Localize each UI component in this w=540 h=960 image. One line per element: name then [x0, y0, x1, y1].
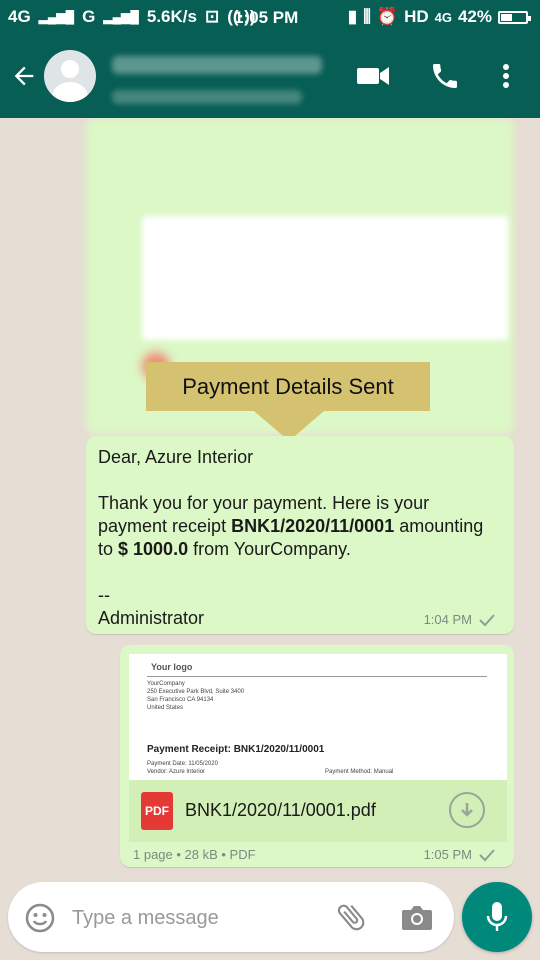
phone-call-icon[interactable] [428, 60, 462, 92]
battery-saver-icon: ▮ [347, 7, 358, 26]
battery-percent: 42% [457, 7, 492, 26]
receipt-reference: BNK1/2020/11/0001 [231, 516, 395, 536]
contact-name[interactable] [112, 56, 322, 74]
payment-amount: $ 1000.0 [118, 539, 189, 559]
pdf-file-icon: PDF [141, 792, 173, 830]
screenshot-icon: ⊡ [204, 7, 220, 26]
doc-details: Payment Date: 11/05/2020 Vendor: Azure I… [147, 761, 218, 775]
signal-icon-2: ▂▄▆█ [103, 10, 139, 24]
sent-check-icon [479, 613, 495, 626]
file-info: 1 page • 28 kB • PDF [133, 847, 256, 862]
back-arrow-icon[interactable] [10, 62, 38, 90]
lte-label: 4G [434, 9, 452, 25]
message-meta: 1:04 PM [424, 612, 496, 627]
alarm-icon: ⏰ [376, 7, 399, 26]
chat-area[interactable]: Payment Details Sent Dear, Azure Interio… [0, 118, 540, 960]
document-preview[interactable]: Your logo YourCompany 250 Executive Park… [129, 654, 507, 780]
camera-icon[interactable] [400, 902, 434, 932]
battery-icon [498, 10, 531, 24]
net-speed: 5.6K/s [146, 7, 197, 26]
more-options-icon[interactable] [496, 60, 516, 92]
message-input-bar [8, 882, 454, 952]
voice-record-button[interactable] [462, 882, 532, 952]
vibrate-icon: ⫼ [363, 7, 371, 26]
document-file-bar[interactable]: PDF BNK1/2020/11/0001.pdf [129, 780, 507, 842]
annotation-callout: Payment Details Sent [146, 362, 430, 411]
message-greeting: Dear, Azure Interior [98, 447, 254, 467]
network-label-right: G [82, 7, 96, 26]
download-icon[interactable] [449, 792, 485, 828]
message-meta-2: 1:05 PM [424, 847, 496, 862]
doc-title: Payment Receipt: BNK1/2020/11/0001 [147, 744, 325, 755]
message-bubble-document[interactable]: Your logo YourCompany 250 Executive Park… [120, 645, 514, 867]
status-time: 1:05 PM [234, 8, 299, 27]
message-time-2: 1:05 PM [423, 847, 472, 862]
chat-header [0, 34, 540, 118]
hd-label: HD [404, 7, 429, 26]
signal-icon: ▂▄▆█ [38, 10, 75, 24]
doc-method: Payment Method: Manual [325, 769, 394, 775]
sent-check-icon-2 [479, 848, 495, 861]
message-body: Thank you for your payment. Here is your… [98, 493, 484, 559]
status-bar: 4G ▂▄▆█ G ▂▄▆█ 5.6K/s ⊡ ((·)) 1:05 PM ▮ … [0, 0, 540, 34]
avatar[interactable] [44, 50, 96, 102]
blurred-preview [142, 216, 508, 340]
contact-status [112, 90, 302, 104]
network-label-left: 4G [8, 7, 31, 26]
message-time: 1:04 PM [423, 612, 472, 627]
attachment-icon[interactable] [334, 900, 368, 934]
doc-address: YourCompany 250 Executive Park Blvd, Sui… [147, 681, 245, 711]
doc-logo-text: Your logo [151, 662, 193, 672]
message-input[interactable] [70, 894, 324, 942]
signature-separator: -- [98, 585, 110, 605]
emoji-icon[interactable] [24, 902, 56, 934]
video-call-icon[interactable] [356, 60, 390, 92]
message-bubble-text[interactable]: Dear, Azure Interior Thank you for your … [86, 436, 514, 634]
microphone-icon [486, 902, 508, 931]
file-name: BNK1/2020/11/0001.pdf [185, 800, 376, 820]
